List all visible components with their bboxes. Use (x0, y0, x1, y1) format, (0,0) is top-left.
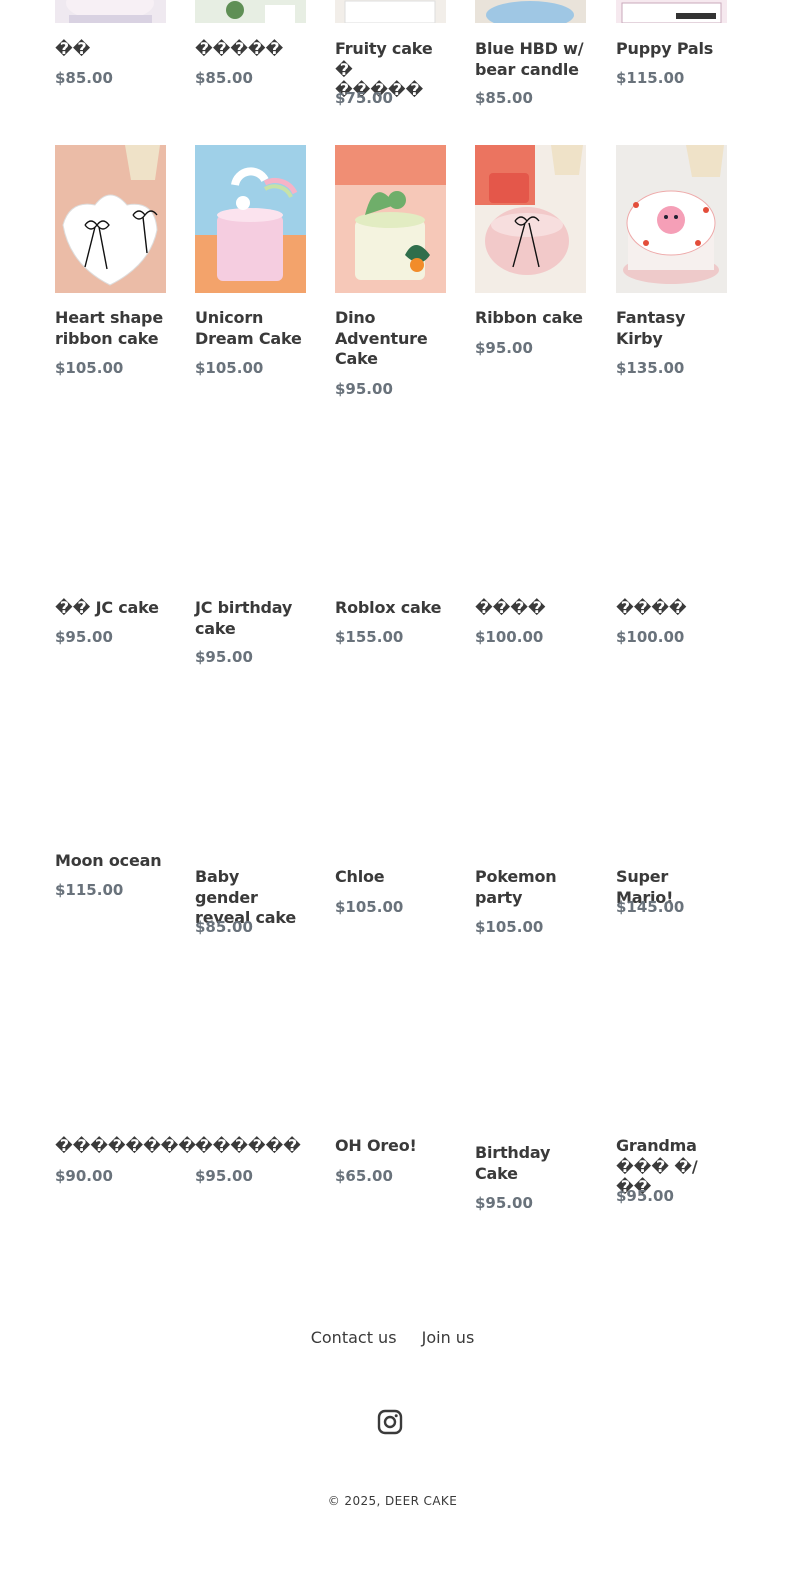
product-title[interactable]: Dino Adventure Cake (335, 308, 446, 370)
product-title[interactable]: Puppy Pals (616, 39, 727, 60)
copyright: © 2025, DEER CAKE (327, 1494, 458, 1508)
product-title[interactable]: Chloe (335, 867, 446, 888)
product-image[interactable] (55, 0, 166, 23)
product-title[interactable]: Roblox cake (335, 598, 446, 619)
product-price: $95.00 (335, 380, 393, 398)
product-title[interactable]: Blue HBD w/ bear candle (475, 39, 586, 80)
product-title[interactable]: ���� (475, 598, 586, 619)
product-price: $65.00 (335, 1167, 393, 1185)
product-image[interactable] (335, 0, 446, 23)
product-price: $105.00 (475, 918, 544, 936)
product-price: $85.00 (55, 69, 113, 87)
product-price: $85.00 (195, 69, 253, 87)
product-image[interactable] (195, 0, 306, 23)
product-price: $155.00 (335, 628, 404, 646)
product-title[interactable]: �� JC cake (55, 598, 166, 619)
product-price: $105.00 (335, 898, 404, 916)
product-price: $100.00 (475, 628, 544, 646)
product-title[interactable]: Moon ocean (55, 851, 166, 872)
footer-link-contact-us[interactable]: Contact us (311, 1328, 397, 1347)
product-title[interactable]: Fantasy Kirby (616, 308, 727, 349)
product-image[interactable] (335, 145, 446, 293)
product-image[interactable] (475, 145, 586, 293)
product-title[interactable]: JC birthday cake (195, 598, 306, 639)
product-title[interactable]: ���� (616, 598, 727, 619)
product-image[interactable] (475, 0, 586, 23)
product-image[interactable] (616, 145, 727, 293)
product-price: $95.00 (195, 1167, 253, 1185)
product-price: $135.00 (616, 359, 685, 377)
product-price: $90.00 (55, 1167, 113, 1185)
product-price: $85.00 (195, 918, 253, 936)
product-price: $105.00 (195, 359, 264, 377)
product-price: $115.00 (55, 881, 124, 899)
product-image[interactable] (616, 0, 727, 23)
product-title[interactable]: Pokemon party (475, 867, 586, 908)
product-price: $100.00 (616, 628, 685, 646)
product-title[interactable]: ����� (195, 39, 306, 60)
product-title[interactable]: �������� (55, 1136, 196, 1157)
product-price: $145.00 (616, 898, 685, 916)
product-title[interactable]: OH Oreo! (335, 1136, 446, 1157)
footer-nav: Contact us Join us (0, 1328, 785, 1347)
product-price: $85.00 (475, 89, 533, 107)
product-price: $95.00 (195, 648, 253, 666)
product-title[interactable]: Birthday Cake (475, 1143, 586, 1184)
instagram-icon[interactable] (377, 1409, 403, 1435)
product-title[interactable]: ������ (195, 1136, 306, 1157)
product-price: $95.00 (475, 1194, 533, 1212)
footer-link-join-us[interactable]: Join us (422, 1328, 475, 1347)
product-price: $115.00 (616, 69, 685, 87)
product-title[interactable]: Unicorn Dream Cake (195, 308, 306, 349)
product-price: $75.00 (335, 89, 393, 107)
product-title[interactable]: �� (55, 39, 166, 60)
product-image[interactable] (55, 145, 166, 293)
product-price: $95.00 (475, 339, 533, 357)
product-image[interactable] (195, 145, 306, 293)
product-price: $105.00 (55, 359, 124, 377)
product-price: $95.00 (55, 628, 113, 646)
product-price: $95.00 (616, 1187, 674, 1205)
product-title[interactable]: Ribbon cake (475, 308, 586, 329)
product-title[interactable]: Heart shape ribbon cake (55, 308, 166, 349)
